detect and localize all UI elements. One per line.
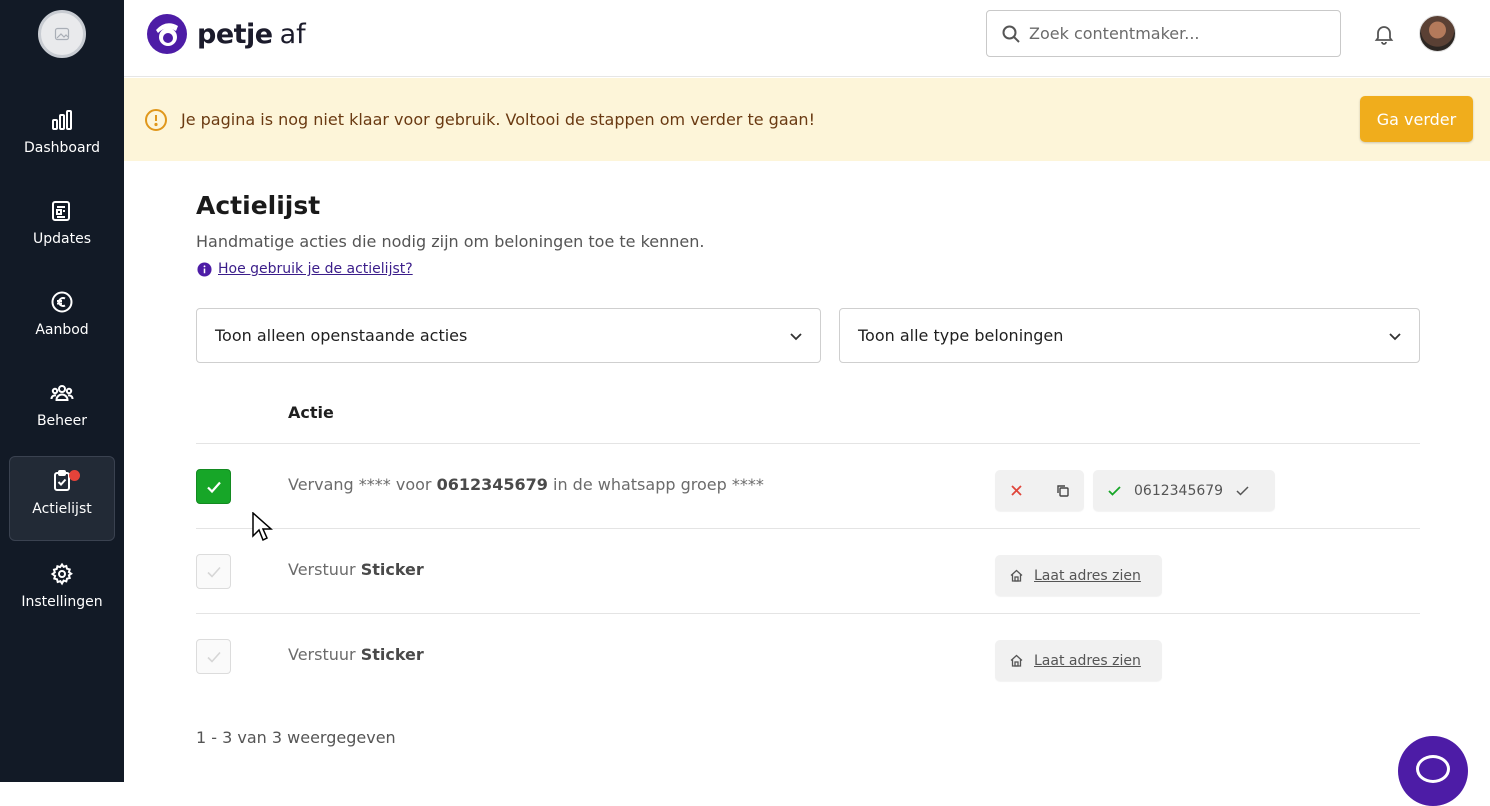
sidebar-item-label: Actielijst <box>32 501 92 517</box>
show-address-button[interactable]: Laat adres zien <box>995 640 1162 681</box>
newspaper-icon <box>52 201 70 221</box>
chevron-down-icon <box>1389 332 1401 340</box>
check-green-icon <box>1108 486 1121 496</box>
action-highlight: 0612345679 <box>436 475 548 494</box>
table-row: Verstuur Sticker Laat adres zien <box>196 529 1420 614</box>
action-suffix: in de whatsapp groep **** <box>547 475 764 494</box>
pagination-summary: 1 - 3 van 3 weergegeven <box>196 728 396 747</box>
sidebar-item-dashboard[interactable]: Dashboard <box>9 96 115 181</box>
sidebar-item-aanbod[interactable]: Aanbod <box>9 278 115 363</box>
action-highlight: Sticker <box>360 645 424 664</box>
action-prefix: Verstuur <box>288 645 361 664</box>
chevron-down-icon <box>790 332 802 340</box>
sidebar-item-label: Updates <box>33 231 91 247</box>
continue-button[interactable]: Ga verder <box>1360 96 1473 142</box>
sidebar-item-actielijst[interactable]: Actielijst <box>9 456 115 541</box>
search-input[interactable] <box>1029 24 1319 43</box>
petje-af-logo-icon <box>147 14 187 54</box>
chat-bubble-icon <box>1416 755 1450 783</box>
bell-icon[interactable] <box>1372 22 1396 46</box>
user-avatar[interactable] <box>1419 15 1456 52</box>
euro-icon <box>51 291 73 313</box>
table-header-actie: Actie <box>288 403 334 422</box>
action-prefix: Verstuur <box>288 560 361 579</box>
checkmark-icon <box>206 651 221 663</box>
status-filter-select[interactable]: Toon alleen openstaande acties <box>196 308 821 363</box>
image-placeholder-icon <box>54 27 70 41</box>
sidebar-item-updates[interactable]: Updates <box>9 187 115 272</box>
search-bar[interactable] <box>986 10 1341 57</box>
sidebar: Dashboard Updates Aanbod Beheer Actielij… <box>0 0 124 782</box>
sidebar-item-label: Instellingen <box>21 594 103 610</box>
page-subtitle: Handmatige acties die nodig zijn om belo… <box>196 232 705 251</box>
show-address-label: Laat adres zien <box>1034 567 1141 584</box>
table-row: Vervang **** voor 0612345679 in de whats… <box>196 444 1420 529</box>
row-action-text: Vervang **** voor 0612345679 in de whats… <box>288 475 764 494</box>
check-icon <box>1236 486 1249 496</box>
notification-dot <box>69 470 80 481</box>
help-link-group: Hoe gebruik je de actielijst? <box>197 261 413 277</box>
mouse-cursor-icon <box>252 512 273 542</box>
show-address-button[interactable]: Laat adres zien <box>995 555 1162 596</box>
info-icon <box>197 261 212 277</box>
help-link[interactable]: Hoe gebruik je de actielijst? <box>218 261 413 277</box>
search-icon <box>1002 25 1020 43</box>
row-checkbox[interactable] <box>196 554 231 589</box>
creator-logo[interactable] <box>38 10 86 58</box>
row-checkbox[interactable] <box>196 639 231 674</box>
sidebar-item-beheer[interactable]: Beheer <box>9 369 115 454</box>
row-tools <box>995 470 1084 511</box>
sidebar-item-label: Dashboard <box>24 140 100 156</box>
users-icon <box>50 385 74 401</box>
sidebar-item-label: Aanbod <box>35 322 89 338</box>
warning-circle-icon <box>145 109 167 131</box>
table-row: Verstuur Sticker Laat adres zien <box>196 614 1420 699</box>
checkmark-icon <box>206 481 221 493</box>
row-action-text: Verstuur Sticker <box>288 645 424 664</box>
brand-suffix: af <box>279 18 306 50</box>
row-checkbox[interactable] <box>196 469 231 504</box>
sidebar-item-label: Beheer <box>36 413 88 429</box>
reward-type-filter-value: Toon alle type beloningen <box>858 326 1064 345</box>
phone-value-chip[interactable]: 0612345679 <box>1093 470 1275 511</box>
status-filter-value: Toon alleen openstaande acties <box>215 326 468 345</box>
setup-warning-banner: Je pagina is nog niet klaar voor gebruik… <box>124 78 1490 161</box>
banner-message: Je pagina is nog niet klaar voor gebruik… <box>181 110 815 129</box>
action-prefix: Vervang **** voor <box>288 475 437 494</box>
action-highlight: Sticker <box>360 560 424 579</box>
close-icon[interactable] <box>1009 483 1024 498</box>
page-title: Actielijst <box>196 191 321 220</box>
show-address-label: Laat adres zien <box>1034 652 1141 669</box>
reward-type-filter-select[interactable]: Toon alle type beloningen <box>839 308 1420 363</box>
home-icon <box>1010 654 1023 667</box>
bar-chart-icon <box>52 110 72 130</box>
gear-icon <box>50 562 73 586</box>
brand-name: petje <box>197 18 273 50</box>
home-icon <box>1010 569 1023 582</box>
topbar: petje af <box>124 0 1490 77</box>
row-action-text: Verstuur Sticker <box>288 560 424 579</box>
copy-icon[interactable] <box>1055 483 1070 498</box>
sidebar-item-instellingen[interactable]: Instellingen <box>9 550 115 635</box>
brand-logo[interactable]: petje af <box>146 13 306 55</box>
phone-number: 0612345679 <box>1134 482 1224 499</box>
checkmark-icon <box>206 566 221 578</box>
